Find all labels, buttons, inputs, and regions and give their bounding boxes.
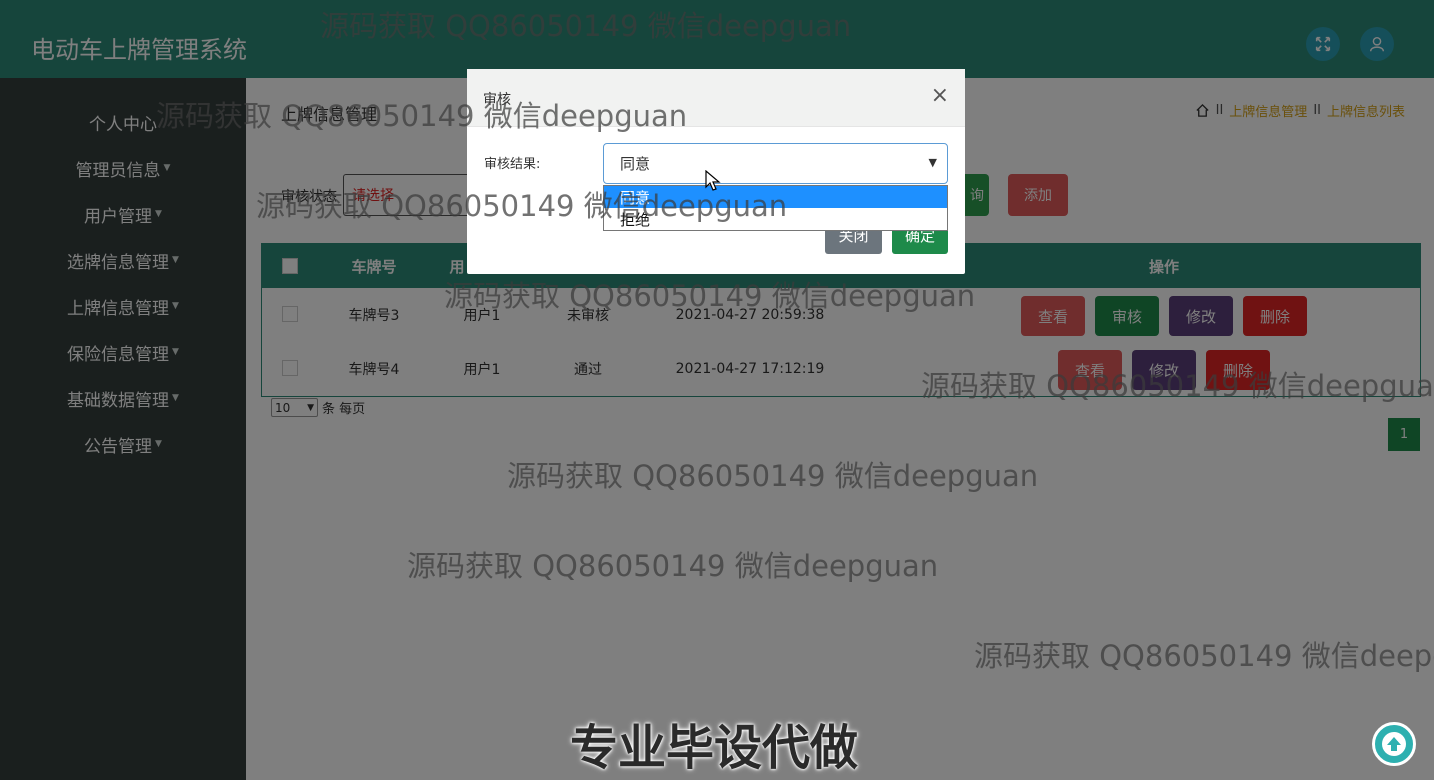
watermark: 源码获取 QQ86050149 微信deepguan: [921, 369, 1434, 403]
watermark: 源码获取 QQ86050149 微信deepguan: [507, 459, 1039, 493]
audit-result-select[interactable]: 同意 ▼: [603, 143, 948, 184]
close-icon[interactable]: ×: [931, 85, 949, 107]
watermark: 源码获取 QQ86050149 微信deepguan: [974, 639, 1434, 673]
promo-banner-text: 专业毕设代做: [570, 720, 859, 776]
watermark: 源码获取 QQ86050149 微信deepguan: [156, 99, 688, 133]
watermark: 源码获取 QQ86050149 微信deepguan: [320, 9, 852, 43]
watermark: 源码获取 QQ86050149 微信deepguan: [444, 279, 976, 313]
chevron-down-icon: ▼: [928, 156, 937, 169]
watermark: 源码获取 QQ86050149 微信deepguan: [407, 549, 939, 583]
watermark: 源码获取 QQ86050149 微信deepguan: [256, 189, 788, 223]
audit-result-value: 同意: [620, 155, 651, 173]
arrow-up-icon: [1382, 732, 1406, 756]
scroll-to-top-button[interactable]: [1372, 722, 1416, 766]
audit-result-label: 审核结果:: [484, 157, 541, 172]
